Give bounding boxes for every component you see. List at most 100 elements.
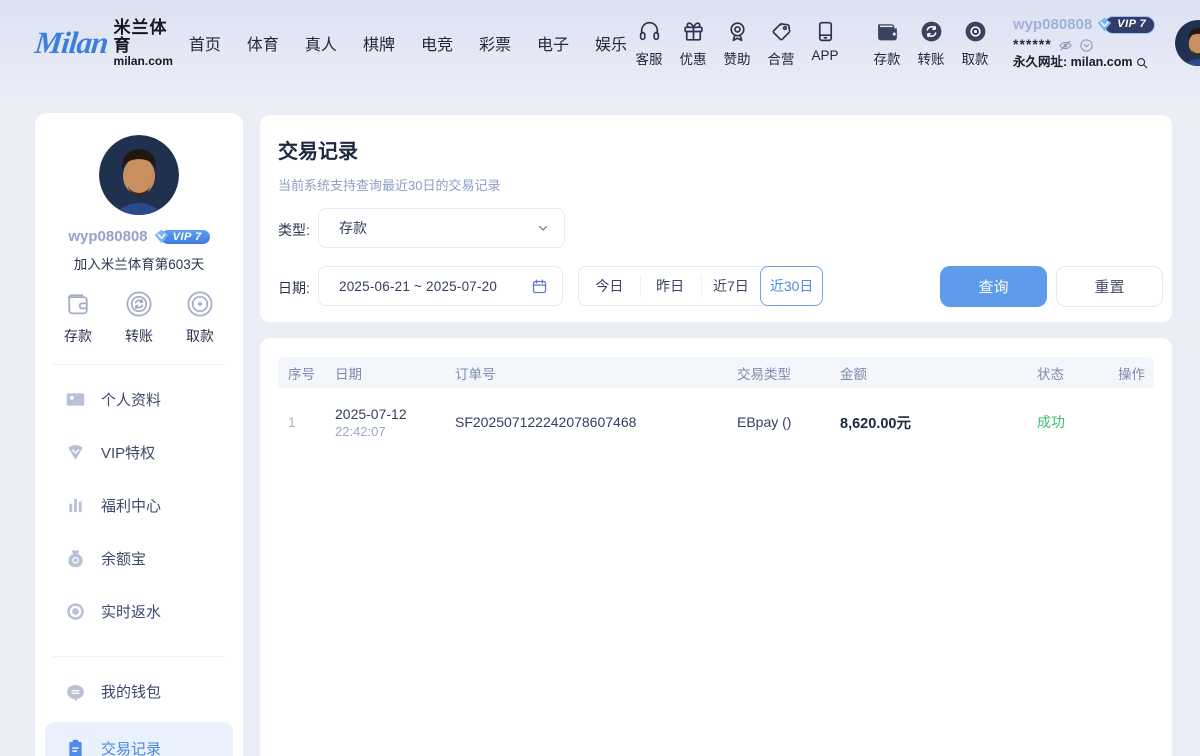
- sidebar-withdraw-button[interactable]: 取款: [185, 289, 215, 346]
- sidebar-item-rebate[interactable]: 实时返水: [35, 585, 243, 638]
- joined-days-text: 加入米兰体育第603天: [35, 253, 243, 273]
- search-icon[interactable]: [1135, 56, 1149, 70]
- refresh-circle-icon[interactable]: [1079, 38, 1094, 53]
- welfare-icon: [65, 495, 86, 516]
- nav-app-label-affiliate: 合营: [768, 48, 795, 68]
- avatar-photo: [1175, 20, 1200, 66]
- id-card-icon: [65, 389, 86, 410]
- transactions-table-card: 序号 日期 订单号 交易类型 金额 状态 操作 1 2025-07-12 22:…: [260, 338, 1172, 756]
- sidebar-item-vip[interactable]: VIP特权: [35, 426, 243, 479]
- type-select[interactable]: 存款: [318, 208, 565, 248]
- wallet-icon: [63, 289, 93, 319]
- range-today-button[interactable]: 今日: [579, 267, 640, 305]
- deposit-wallet-icon: [875, 19, 900, 44]
- nav-item-live[interactable]: 真人: [305, 31, 337, 55]
- col-order-no: 订单号: [455, 363, 737, 383]
- main-content: 交易记录 当前系统支持查询最近30日的交易记录 类型: 存款 日期: 2025-…: [260, 115, 1172, 756]
- nav-item-slots[interactable]: 电子: [537, 31, 569, 55]
- sidebar-transfer-label: 转账: [125, 326, 153, 346]
- cell-amount: 8,620.00元: [840, 412, 1037, 433]
- user-summary: wyp080808 VIP 7 ****** 永久网址: milan.com: [1013, 16, 1165, 71]
- range-7days-button[interactable]: 近7日: [701, 267, 762, 305]
- nav-promo-button[interactable]: 优惠: [671, 19, 715, 68]
- withdraw-icon: [185, 289, 215, 319]
- nav-item-sports[interactable]: 体育: [247, 31, 279, 55]
- moneybag-icon: [65, 548, 86, 569]
- range-30days-button[interactable]: 近30日: [760, 266, 823, 306]
- date-range-value: 2025-06-21 ~ 2025-07-20: [339, 279, 531, 294]
- nav-support-button[interactable]: 客服: [627, 19, 671, 68]
- date-label: 日期:: [278, 278, 310, 298]
- query-button[interactable]: 查询: [940, 266, 1047, 307]
- nav-item-cards[interactable]: 棋牌: [363, 31, 395, 55]
- vip-gem-icon: [65, 442, 86, 463]
- date-range-input[interactable]: 2025-06-21 ~ 2025-07-20: [318, 266, 563, 306]
- col-amount: 金额: [840, 363, 1037, 383]
- nav-withdraw-label: 取款: [962, 48, 989, 68]
- masked-balance: ******: [1013, 36, 1052, 54]
- vip-badge: VIP 7: [1096, 17, 1155, 33]
- calendar-icon: [531, 278, 548, 295]
- type-label: 类型:: [278, 220, 310, 240]
- date-quick-ranges: 今日 昨日 近7日 近30日: [578, 266, 823, 306]
- headset-icon: [637, 19, 662, 44]
- purse-icon: [65, 681, 86, 702]
- sidebar-item-welfare[interactable]: 福利中心: [35, 479, 243, 532]
- sidebar-item-yuebao[interactable]: 余额宝: [35, 532, 243, 585]
- sidebar-item-label: 交易记录: [101, 738, 161, 756]
- eye-off-icon[interactable]: [1058, 38, 1073, 53]
- range-yesterday-button[interactable]: 昨日: [640, 267, 701, 305]
- cell-index: 1: [288, 414, 335, 430]
- nav-sponsor-label: 赞助: [724, 48, 751, 68]
- nav-item-lottery[interactable]: 彩票: [479, 31, 511, 55]
- nav-transfer-button[interactable]: 转账: [909, 19, 953, 68]
- col-date: 日期: [335, 363, 455, 383]
- sidebar-item-wallet[interactable]: 我的钱包: [35, 665, 243, 718]
- nav-deposit-button[interactable]: 存款: [865, 19, 909, 68]
- username: wyp080808: [1013, 16, 1092, 35]
- brand-logo[interactable]: Milan 米兰体育 milan.com: [35, 19, 173, 67]
- nav-sponsor-button[interactable]: 赞助: [715, 19, 759, 68]
- cell-date-day: 2025-07-12: [335, 406, 455, 422]
- table-row: 1 2025-07-12 22:42:07 SF2025071222420786…: [278, 388, 1154, 456]
- sidebar-item-transactions[interactable]: 交易记录: [45, 722, 233, 756]
- sidebar: wyp080808 VIP 7 加入米兰体育第603天 存款 转账 取款 个人资…: [35, 113, 243, 756]
- col-type: 交易类型: [737, 363, 840, 383]
- sidebar-item-label: 余额宝: [101, 548, 146, 569]
- page-title: 交易记录: [278, 135, 358, 164]
- nav-withdraw-button[interactable]: 取款: [953, 19, 997, 68]
- sidebar-deposit-button[interactable]: 存款: [63, 289, 93, 346]
- nav-support-label: 客服: [636, 48, 663, 68]
- logo-script-text: Milan: [33, 25, 109, 61]
- filters-card: 交易记录 当前系统支持查询最近30日的交易记录 类型: 存款 日期: 2025-…: [260, 115, 1172, 322]
- col-status: 状态: [1037, 363, 1118, 383]
- withdraw-icon: [963, 19, 988, 44]
- reset-button[interactable]: 重置: [1056, 266, 1163, 307]
- nav-promo-label: 优惠: [680, 48, 707, 68]
- nav-item-casino[interactable]: 娱乐: [595, 31, 627, 55]
- sidebar-item-label: 个人资料: [101, 389, 161, 410]
- nav-app-button[interactable]: APP: [803, 19, 847, 68]
- nav-item-esports[interactable]: 电竞: [421, 31, 453, 55]
- sidebar-item-label: 我的钱包: [101, 681, 161, 702]
- records-icon: [65, 738, 86, 756]
- transfer-icon: [124, 289, 154, 319]
- col-action: 操作: [1118, 363, 1154, 383]
- nav-item-home[interactable]: 首页: [189, 31, 221, 55]
- profile-avatar[interactable]: [99, 135, 179, 215]
- sidebar-item-profile[interactable]: 个人资料: [35, 373, 243, 426]
- top-navbar: Milan 米兰体育 milan.com 首页 体育 真人 棋牌 电竞 彩票 电…: [0, 0, 1200, 86]
- profile-card: wyp080808 VIP 7 加入米兰体育第603天: [35, 113, 243, 273]
- user-avatar[interactable]: [1175, 20, 1200, 66]
- cell-status: 成功: [1037, 412, 1118, 432]
- sidebar-item-label: VIP特权: [101, 442, 155, 463]
- phone-icon: [813, 19, 838, 44]
- sidebar-transfer-button[interactable]: 转账: [124, 289, 154, 346]
- main-nav: 首页 体育 真人 棋牌 电竞 彩票 电子 娱乐: [189, 31, 627, 55]
- logo-brand-name: 米兰体育: [114, 19, 173, 55]
- nav-affiliate-button[interactable]: 合营: [759, 19, 803, 68]
- gift-icon: [681, 19, 706, 44]
- chevron-down-icon: [536, 221, 550, 235]
- sidebar-withdraw-label: 取款: [186, 326, 214, 346]
- permanent-url: 永久网址: milan.com: [1013, 55, 1132, 71]
